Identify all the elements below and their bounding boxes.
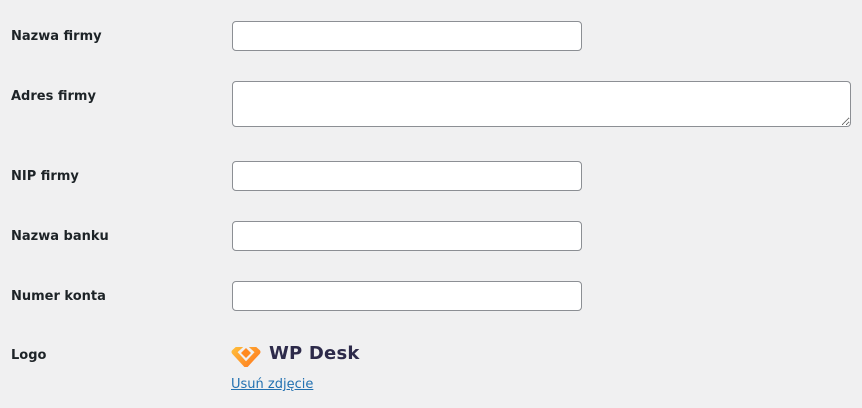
company-address-label: Adres firmy bbox=[11, 89, 96, 104]
account-number-label: Numer konta bbox=[11, 289, 106, 304]
logo-image: WP Desk bbox=[231, 339, 360, 367]
logo-brand-text: WP Desk bbox=[269, 342, 360, 364]
company-nip-input[interactable] bbox=[232, 161, 582, 191]
company-name-label: Nazwa firmy bbox=[11, 29, 102, 44]
remove-logo-link[interactable]: Usuń zdjęcie bbox=[231, 377, 313, 393]
bank-name-input[interactable] bbox=[232, 221, 582, 251]
bank-name-label: Nazwa banku bbox=[11, 229, 109, 244]
account-number-input[interactable] bbox=[232, 281, 582, 311]
wp-desk-logo-icon bbox=[231, 339, 261, 367]
company-address-textarea[interactable] bbox=[232, 81, 851, 127]
company-name-input[interactable] bbox=[232, 21, 582, 51]
company-nip-label: NIP firmy bbox=[11, 169, 79, 184]
logo-label: Logo bbox=[11, 348, 47, 363]
